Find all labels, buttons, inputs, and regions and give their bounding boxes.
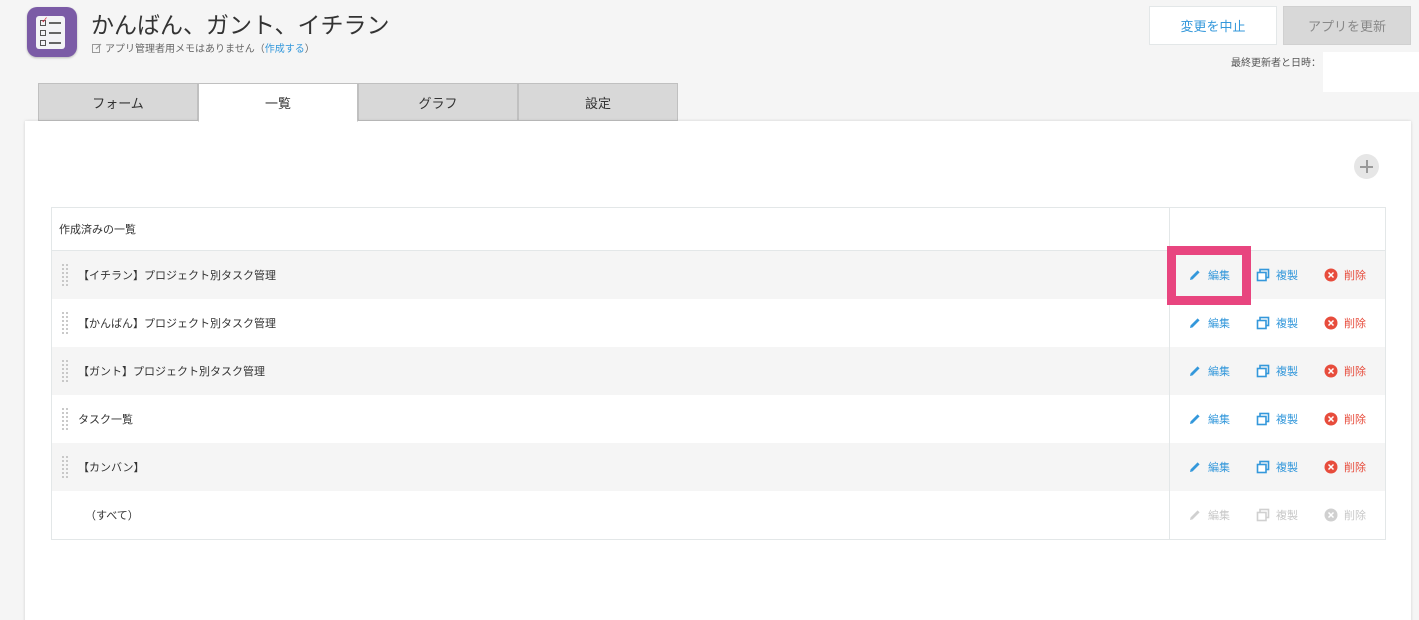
drag-handle-icon[interactable]: [61, 407, 69, 431]
tab-graphs[interactable]: グラフ: [358, 83, 518, 121]
pencil-icon: [1190, 462, 1200, 472]
create-memo-link[interactable]: 作成する: [265, 44, 305, 55]
delete-button-disabled: 削除: [1324, 507, 1366, 523]
view-name: 【カンバン】: [78, 461, 145, 474]
delete-button[interactable]: 削除: [1324, 267, 1366, 283]
memo-text-suffix: ）: [304, 44, 315, 55]
views-table-header: 作成済みの一覧: [52, 208, 1385, 251]
copy-icon: [1256, 364, 1270, 378]
app-title: かんばん、ガント、イチラン: [91, 13, 390, 39]
tab-views[interactable]: 一覧: [198, 83, 358, 122]
copy-icon: [1256, 508, 1270, 522]
table-row: 【かんばん】プロジェクト別タスク管理 編集 複製 削除: [52, 299, 1385, 347]
view-name: 【かんばん】プロジェクト別タスク管理: [78, 317, 276, 330]
view-name: （すべて）: [85, 509, 139, 522]
delete-icon: [1324, 508, 1338, 522]
delete-button[interactable]: 削除: [1324, 315, 1366, 331]
copy-button[interactable]: 複製: [1256, 363, 1298, 379]
highlight-box: [1167, 246, 1251, 305]
delete-icon: [1324, 268, 1338, 282]
pencil-icon: [1190, 318, 1200, 328]
edit-button-disabled: 編集: [1188, 507, 1230, 523]
delete-button[interactable]: 削除: [1324, 363, 1366, 379]
delete-button[interactable]: 削除: [1324, 459, 1366, 475]
copy-icon: [1256, 412, 1270, 426]
app-icon: ✓: [27, 7, 77, 57]
edit-button[interactable]: 編集: [1188, 363, 1230, 379]
delete-icon: [1324, 316, 1338, 330]
delete-icon: [1324, 460, 1338, 474]
views-panel: 作成済みの一覧 【イチラン】プロジェクト別タスク管理 編集 複製 削除 【かんば…: [25, 121, 1411, 620]
view-name: タスク一覧: [78, 413, 133, 426]
drag-handle-icon[interactable]: [61, 359, 69, 383]
tab-settings[interactable]: 設定: [518, 83, 678, 121]
delete-icon: [1324, 412, 1338, 426]
pencil-icon: [1190, 366, 1200, 376]
update-app-button[interactable]: アプリを更新: [1283, 6, 1411, 45]
views-table-header-label: 作成済みの一覧: [52, 208, 1170, 250]
drag-handle-icon[interactable]: [61, 311, 69, 335]
last-updated-value: [1323, 52, 1419, 92]
edit-button[interactable]: 編集: [1188, 411, 1230, 427]
copy-icon: [1256, 316, 1270, 330]
delete-button[interactable]: 削除: [1324, 411, 1366, 427]
copy-icon: [1256, 460, 1270, 474]
copy-button-disabled: 複製: [1256, 507, 1298, 523]
app-memo: アプリ管理者用メモはありません（作成する）: [92, 40, 315, 55]
memo-text-prefix: アプリ管理者用メモはありません（: [105, 44, 265, 55]
drag-handle-icon[interactable]: [61, 263, 69, 287]
view-name: 【ガント】プロジェクト別タスク管理: [78, 365, 265, 378]
tab-form[interactable]: フォーム: [38, 83, 198, 121]
table-row: 【カンバン】 編集 複製 削除: [52, 443, 1385, 491]
copy-button[interactable]: 複製: [1256, 411, 1298, 427]
memo-edit-icon: [92, 43, 102, 53]
copy-button[interactable]: 複製: [1256, 267, 1298, 283]
edit-button[interactable]: 編集: [1188, 315, 1230, 331]
view-name: 【イチラン】プロジェクト別タスク管理: [78, 269, 276, 282]
table-row: （すべて） 編集 複製 削除: [52, 491, 1385, 539]
add-view-button[interactable]: [1354, 154, 1379, 179]
delete-icon: [1324, 364, 1338, 378]
checklist-icon: ✓: [36, 16, 65, 49]
copy-icon: [1256, 268, 1270, 282]
copy-button[interactable]: 複製: [1256, 315, 1298, 331]
pencil-icon: [1190, 414, 1200, 424]
table-row: タスク一覧 編集 複製 削除: [52, 395, 1385, 443]
copy-button[interactable]: 複製: [1256, 459, 1298, 475]
edit-button[interactable]: 編集: [1188, 459, 1230, 475]
cancel-changes-button[interactable]: 変更を中止: [1149, 6, 1277, 45]
table-row: 【ガント】プロジェクト別タスク管理 編集 複製 削除: [52, 347, 1385, 395]
last-updated-label: 最終更新者と日時：: [1231, 58, 1321, 69]
pencil-icon: [1190, 510, 1200, 520]
drag-handle-icon[interactable]: [61, 455, 69, 479]
